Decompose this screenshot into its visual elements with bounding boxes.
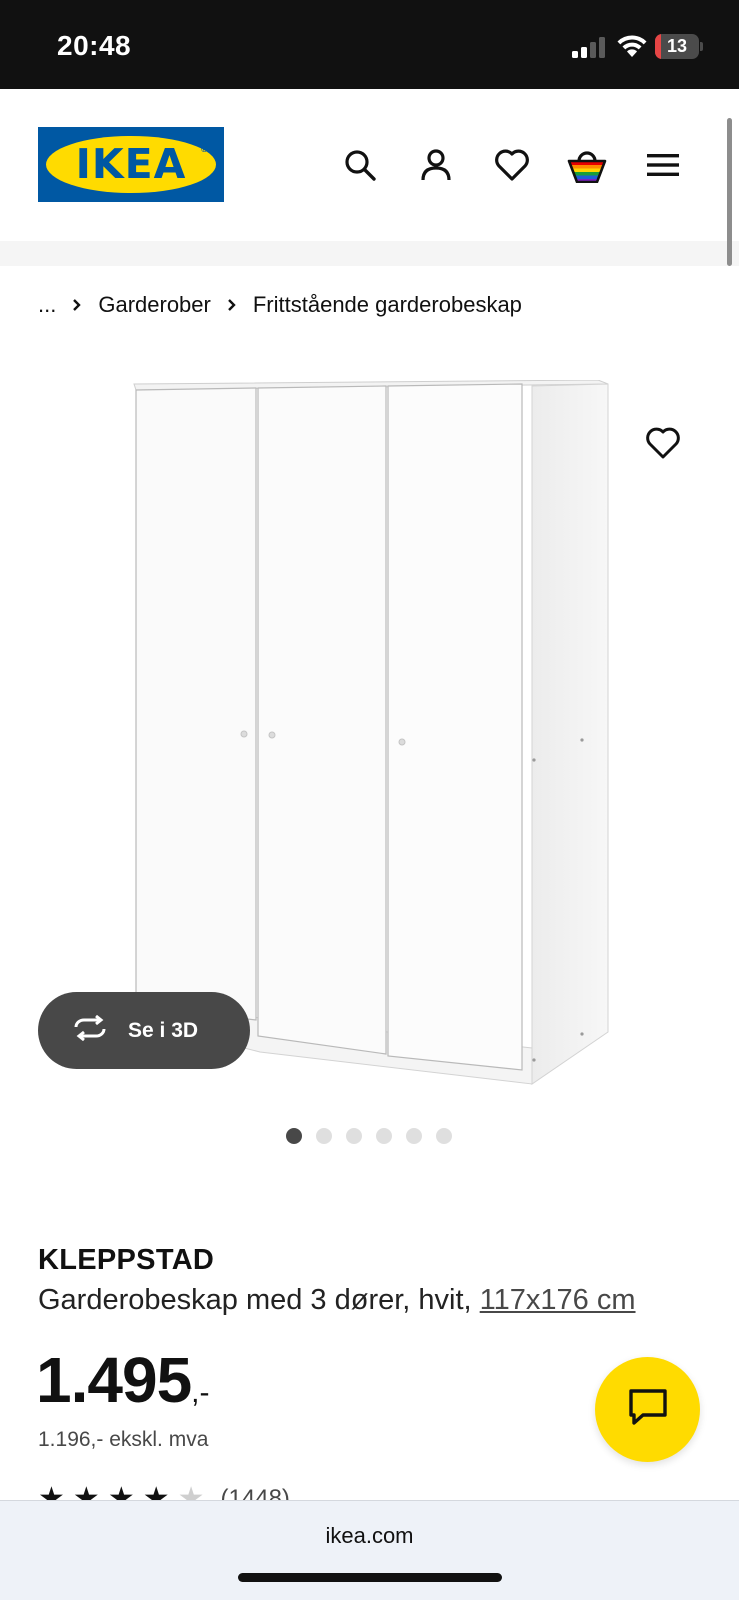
battery-percent: 13 [666, 36, 688, 56]
pagination-dot[interactable] [436, 1128, 452, 1144]
breadcrumb-item-garderober[interactable]: Garderober [98, 292, 211, 318]
logo-text: IKEA [75, 140, 187, 188]
breadcrumb-more[interactable]: ... [38, 292, 56, 318]
pagination-dot[interactable] [286, 1128, 302, 1144]
pagination-dot[interactable] [316, 1128, 332, 1144]
pagination-dot[interactable] [406, 1128, 422, 1144]
product-gallery[interactable]: Se i 3D [0, 340, 739, 1120]
chevron-right-icon [56, 290, 98, 320]
view-3d-label: Se i 3D [128, 1018, 199, 1042]
site-header: IKEA ® [0, 89, 739, 241]
battery-icon: 13 [655, 34, 703, 59]
chat-icon [628, 1388, 668, 1431]
menu-icon[interactable] [643, 145, 683, 185]
cellular-signal-icon [572, 36, 606, 58]
status-time: 20:48 [57, 30, 132, 61]
scrollbar[interactable] [727, 118, 732, 266]
product-description: Garderobeskap med 3 dører, hvit, 117x176… [38, 1284, 636, 1316]
price-excluding-vat: 1.196,- ekskl. mva [38, 1428, 209, 1451]
account-icon[interactable] [416, 145, 456, 185]
home-indicator[interactable] [238, 1573, 502, 1582]
chevron-right-icon [211, 290, 253, 320]
status-bar: 20:48 13 [0, 0, 739, 89]
browser-address-bar[interactable]: ikea.com [0, 1500, 739, 1600]
add-to-favourites-button[interactable] [640, 420, 686, 466]
rotate-3d-icon [70, 1014, 110, 1047]
product-name: KLEPPSTAD [38, 1244, 215, 1276]
gallery-pagination[interactable] [286, 1128, 452, 1144]
breadcrumb: ... Garderober Frittstående garderobeska… [38, 290, 522, 320]
search-icon[interactable] [340, 145, 380, 185]
wifi-icon [616, 32, 648, 58]
chat-button[interactable] [595, 1357, 700, 1462]
breadcrumb-item-frittstaende[interactable]: Frittstående garderobeskap [253, 292, 522, 318]
product-price: 1.495,- [36, 1344, 210, 1416]
ikea-logo[interactable]: IKEA ® [38, 127, 224, 202]
product-size-link[interactable]: 117x176 cm [480, 1284, 636, 1316]
basket-icon[interactable] [567, 145, 607, 185]
pagination-dot[interactable] [376, 1128, 392, 1144]
address-bar-url[interactable]: ikea.com [0, 1523, 739, 1549]
header-divider [0, 241, 739, 266]
view-3d-button[interactable]: Se i 3D [38, 992, 250, 1069]
heart-icon[interactable] [492, 145, 532, 185]
pagination-dot[interactable] [346, 1128, 362, 1144]
